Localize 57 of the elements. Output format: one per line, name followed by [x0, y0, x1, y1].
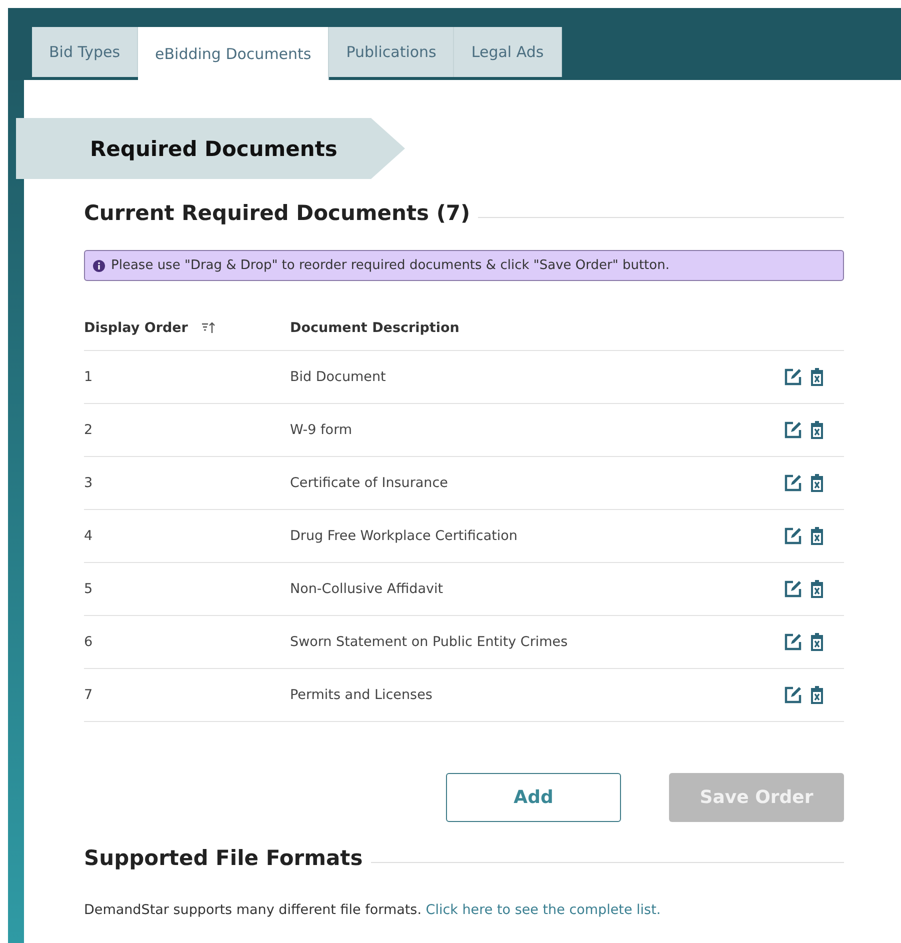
table-cell-text: W-9 form — [290, 422, 354, 438]
table-cell-text: 6 — [84, 634, 94, 650]
table-cell-text: 1 — [84, 369, 94, 385]
table-cell-text: Non-Collusive Affidavit — [290, 581, 444, 597]
table-cell-text: Drug Free Workplace Certification — [290, 528, 518, 544]
info-icon — [93, 260, 105, 272]
edit-icon — [784, 368, 802, 386]
table-cell-text: Permits and Licenses — [290, 687, 434, 703]
delete-icon — [810, 474, 824, 492]
tab[interactable]: Publications — [329, 27, 454, 77]
delete-button[interactable] — [810, 368, 824, 386]
table-cell-text: 2 — [84, 422, 94, 438]
tab[interactable]: eBidding Documents — [138, 27, 330, 80]
edit-icon — [784, 527, 802, 545]
edit-button[interactable] — [784, 527, 802, 545]
edit-button[interactable] — [784, 474, 802, 492]
table-cell-text: 7 — [84, 687, 94, 703]
delete-icon — [810, 686, 824, 704]
delete-icon — [810, 368, 824, 386]
edit-icon — [784, 580, 802, 598]
edit-icon — [784, 686, 802, 704]
delete-button[interactable] — [810, 686, 824, 704]
section-heading: Supported File Formats — [84, 846, 363, 870]
table-cell-text: Sworn Statement on Public Entity Crimes — [290, 634, 569, 650]
delete-button[interactable] — [810, 633, 824, 651]
edit-icon — [784, 633, 802, 651]
delete-button[interactable] — [810, 527, 824, 545]
table-cell-text: Bid Document — [290, 369, 387, 385]
table-cell-text: Certificate of Insurance — [290, 475, 449, 491]
delete-icon — [810, 580, 824, 598]
tab[interactable]: Legal Ads — [454, 27, 562, 77]
formats-link[interactable]: Click here to see the complete list. — [426, 902, 661, 918]
delete-icon — [810, 633, 824, 651]
delete-icon — [810, 527, 824, 545]
edit-button[interactable] — [784, 633, 802, 651]
notice-text: Please use "Drag & Drop" to reorder required documents & click "Save Order" button. — [111, 258, 670, 273]
column-header: Document Description — [290, 320, 460, 336]
edit-button[interactable] — [784, 580, 802, 598]
column-header: Display Order — [84, 320, 188, 336]
edit-button[interactable] — [784, 686, 802, 704]
delete-icon — [810, 421, 824, 439]
formats-text: DemandStar supports many different file formats. Click here to see the complete list. — [84, 902, 662, 918]
table-cell-text: 4 — [84, 528, 94, 544]
add-button[interactable]: Add — [446, 773, 621, 822]
edit-button[interactable] — [784, 421, 802, 439]
delete-button[interactable] — [810, 421, 824, 439]
table-cell-text: 3 — [84, 475, 94, 491]
edit-icon — [784, 421, 802, 439]
edit-button[interactable] — [784, 368, 802, 386]
section-banner: Required Documents — [16, 118, 405, 179]
table-cell-text: 5 — [84, 581, 94, 597]
delete-button[interactable] — [810, 474, 824, 492]
sort-icon[interactable] — [202, 322, 215, 333]
tab[interactable]: Bid Types — [32, 27, 138, 77]
edit-icon — [784, 474, 802, 492]
delete-button[interactable] — [810, 580, 824, 598]
section-heading: Current Required Documents (7) — [84, 201, 470, 225]
